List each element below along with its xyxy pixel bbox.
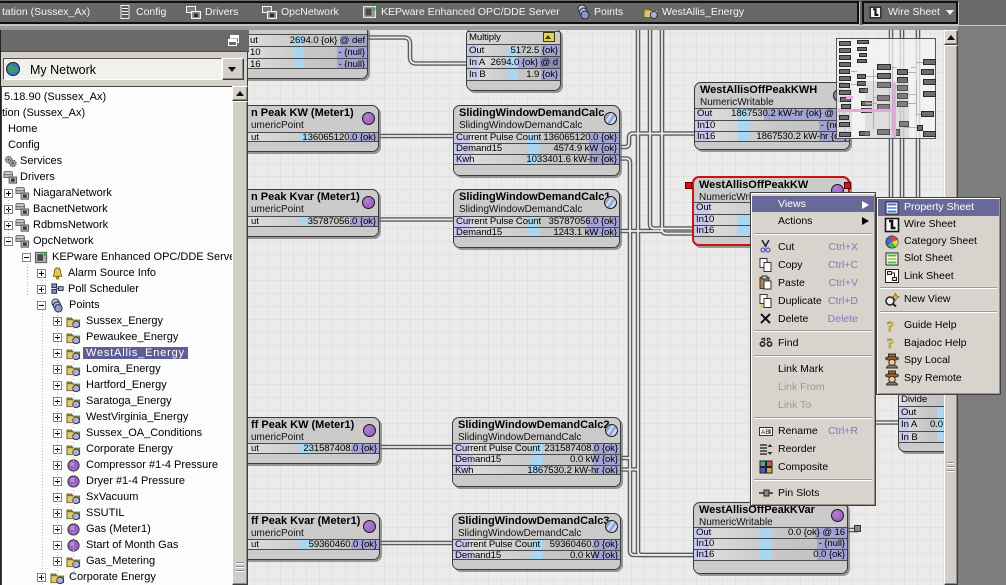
svg-text:?: ? (887, 337, 895, 352)
svg-text:?: ? (887, 320, 895, 335)
svg-text:AB: AB (761, 429, 770, 436)
